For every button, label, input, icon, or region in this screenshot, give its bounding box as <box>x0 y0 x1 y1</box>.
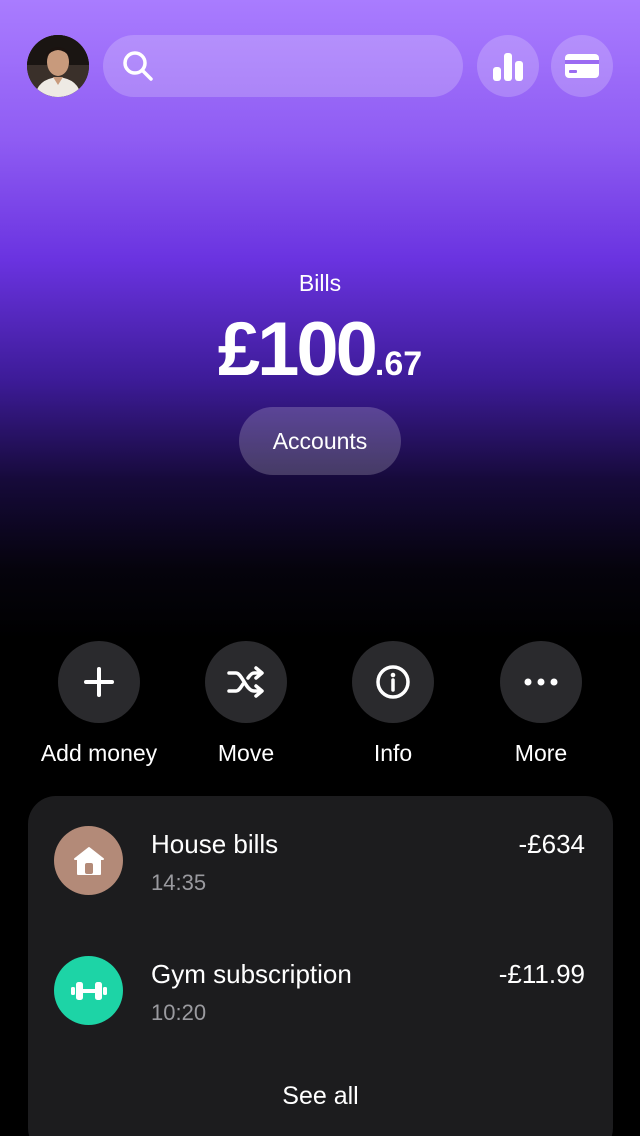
account-name: Bills <box>298 270 342 296</box>
balance-cents: .67 <box>374 345 423 383</box>
house-bills-avatar <box>54 826 123 895</box>
analytics-button[interactable] <box>477 35 539 97</box>
dumbbell-icon <box>70 981 107 1000</box>
transaction-amount: -£11.99 <box>498 959 585 989</box>
card-icon <box>565 54 599 78</box>
search-input[interactable] <box>165 52 449 80</box>
plus-icon <box>84 667 114 697</box>
see-all-link[interactable]: See all <box>28 1082 613 1111</box>
balance-amount: £100.67 <box>0 306 640 393</box>
transactions-card: House bills 14:35 -£634 Gym subscription… <box>28 796 613 1136</box>
shuffle-icon <box>227 666 264 698</box>
transaction-amount: -£634 <box>518 829 586 859</box>
transaction-row[interactable]: House bills 14:35 -£634 <box>28 815 613 905</box>
house-icon <box>73 846 104 875</box>
transaction-name: House bills <box>151 829 279 859</box>
search-bar[interactable] <box>103 35 463 97</box>
move-label: Move <box>217 740 275 766</box>
add-money-label: Add money <box>40 740 158 766</box>
search-icon <box>123 51 153 81</box>
move-button[interactable]: Move <box>166 641 326 767</box>
app-screen: Bills £100.67 Accounts Add money Move In… <box>0 0 640 1136</box>
info-icon <box>376 665 410 699</box>
transaction-time: 10:20 <box>151 1000 207 1025</box>
move-circle[interactable] <box>205 641 287 723</box>
info-button[interactable]: Info <box>313 641 473 767</box>
info-label: Info <box>373 740 413 766</box>
cards-button[interactable] <box>551 35 613 97</box>
more-button[interactable]: More <box>461 641 621 767</box>
accounts-button[interactable]: Accounts <box>239 407 401 475</box>
profile-photo <box>27 35 89 97</box>
gym-subscription-avatar <box>54 956 123 1025</box>
more-label: More <box>514 740 568 766</box>
transaction-name: Gym subscription <box>151 959 352 989</box>
analytics-bar-chart-icon <box>493 53 523 81</box>
add-money-circle[interactable] <box>58 641 140 723</box>
balance-main: £100 <box>217 307 378 392</box>
transaction-row[interactable]: Gym subscription 10:20 -£11.99 <box>28 945 613 1035</box>
more-circle[interactable] <box>500 641 582 723</box>
more-dots-icon <box>524 678 558 686</box>
transaction-time: 14:35 <box>151 870 207 895</box>
add-money-button[interactable]: Add money <box>19 641 179 767</box>
info-circle[interactable] <box>352 641 434 723</box>
avatar[interactable] <box>27 35 89 97</box>
